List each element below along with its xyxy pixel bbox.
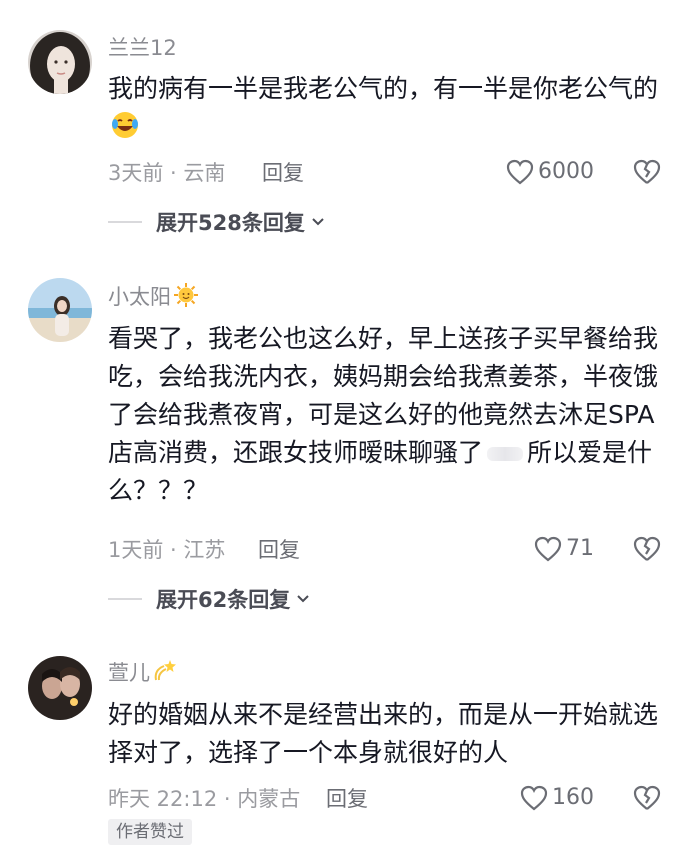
- comment-text: 看哭了，我老公也这么好，早上送孩子买早餐给我吃，会给我洗内衣，姨妈期会给我煮姜茶…: [108, 324, 659, 505]
- username[interactable]: 小太阳: [108, 282, 199, 315]
- chevron-down-icon: [312, 218, 324, 226]
- divider-line: [108, 221, 142, 223]
- like-button[interactable]: 6000: [506, 158, 594, 186]
- like-button[interactable]: 71: [534, 535, 594, 563]
- comment-meta: 昨天 22:12 · 内蒙古: [108, 787, 301, 811]
- broken-heart-icon: [633, 536, 661, 561]
- username[interactable]: 兰兰12: [108, 34, 177, 62]
- comment-1: 兰兰12 我的病有一半是我老公气的，有一半是你老公气的 3天前 · 云南 回复 …: [0, 0, 690, 250]
- dislike-button[interactable]: [632, 158, 662, 186]
- chevron-down-icon: [297, 595, 309, 603]
- reply-button[interactable]: 回复: [258, 536, 300, 564]
- comment-text: 我的病有一半是我老公气的，有一半是你老公气的: [108, 70, 664, 151]
- dislike-button[interactable]: [632, 784, 662, 812]
- dislike-button[interactable]: [632, 535, 662, 563]
- expand-replies-button[interactable]: 展开528条回复: [108, 207, 325, 237]
- like-button[interactable]: 160: [520, 784, 594, 812]
- comment-3: 萱儿 好的婚姻从来不是经营出来的，而是从一开始就选择对了，选择了一个本身就很好的…: [0, 630, 690, 855]
- comment-meta: 1天前 · 江苏: [108, 538, 226, 562]
- crying-laughing-emoji-icon: [110, 110, 140, 151]
- blurred-emoji: [487, 447, 524, 461]
- like-count: 160: [552, 785, 594, 810]
- dizzy-emoji-icon: [152, 658, 178, 691]
- author-liked-badge: 作者赞过: [108, 819, 192, 845]
- heart-icon: [506, 159, 534, 185]
- heart-icon: [534, 536, 562, 562]
- like-count: 6000: [538, 159, 594, 184]
- comment-2: 小太阳 看哭了，我老公也这么好，早上送孩子买早餐给我吃，会给我洗内衣，姨妈期会给…: [0, 250, 690, 630]
- avatar[interactable]: [28, 278, 92, 342]
- divider-line: [108, 598, 142, 600]
- sun-emoji-icon: [173, 282, 199, 315]
- like-count: 71: [566, 536, 594, 561]
- expand-replies-button[interactable]: 展开62条回复: [108, 584, 310, 614]
- reply-button[interactable]: 回复: [262, 159, 304, 187]
- comment-meta: 3天前 · 云南: [108, 161, 226, 185]
- broken-heart-icon: [633, 785, 661, 810]
- avatar[interactable]: [28, 30, 92, 94]
- reply-button[interactable]: 回复: [326, 785, 368, 813]
- username[interactable]: 萱儿: [108, 658, 178, 691]
- comment-text: 好的婚姻从来不是经营出来的，而是从一开始就选择对了，选择了一个本身就很好的人: [108, 700, 659, 767]
- heart-icon: [520, 785, 548, 811]
- avatar[interactable]: [28, 656, 92, 720]
- broken-heart-icon: [633, 159, 661, 184]
